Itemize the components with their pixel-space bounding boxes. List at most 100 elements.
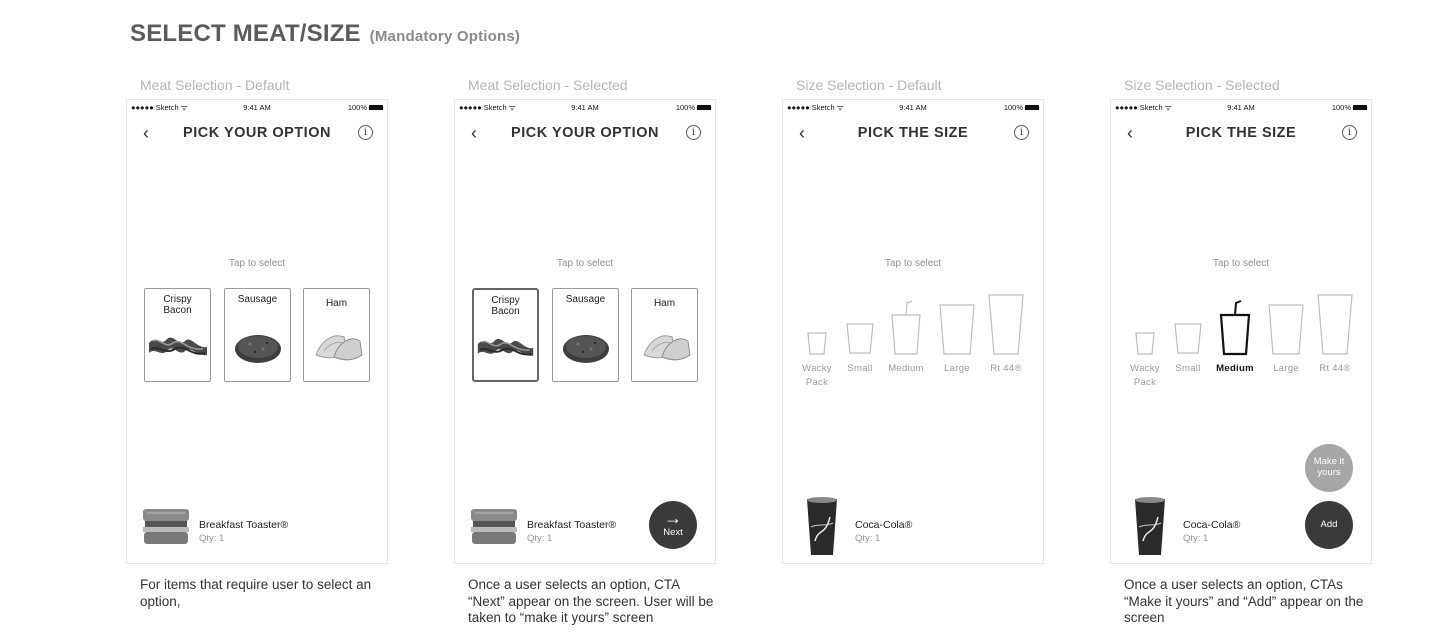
status-bar: ●●●●● Sketch ᯤ 9:41 AM 100% (783, 103, 1043, 113)
option-card-sausage[interactable]: Sausage (224, 288, 291, 382)
phone-meat-default: ●●●●● Sketch ᯤ 9:41 AM 100% ‹ PICK YOUR … (126, 99, 388, 564)
size-selector: Wacky Pack Small Medium Large Rt 44® (1111, 290, 1371, 390)
cup-medium-icon (1219, 300, 1251, 356)
note-meat-selected: Once a user selects an option, CTA “Next… (468, 577, 714, 625)
size-option-large[interactable]: Large (932, 290, 982, 390)
info-icon[interactable]: i (1342, 125, 1357, 140)
size-option-rt44[interactable]: Rt 44® (981, 290, 1031, 390)
size-option-medium[interactable]: Medium (1210, 290, 1260, 390)
nav-title: PICK THE SIZE (857, 125, 969, 141)
next-button-label: Next (663, 527, 683, 538)
note-size-selected: Once a user selects an option, CTAs “Mak… (1124, 577, 1364, 625)
column-label-meat-default: Meat Selection - Default (140, 77, 290, 93)
cart-item-qty: Qty: 1 (1183, 533, 1209, 544)
cart-item-name: Coca-Cola® (855, 519, 913, 531)
size-option-rt44[interactable]: Rt 44® (1310, 290, 1360, 390)
cart-item-bar: Coca-Cola® Qty: 1 (1125, 497, 1325, 555)
status-bar: ●●●●● Sketch ᯤ 9:41 AM 100% (127, 103, 387, 113)
make-it-yours-button[interactable]: Make it yours (1305, 444, 1353, 492)
page-subtitle: (Mandatory Options) (369, 28, 521, 45)
cup-small-icon (846, 323, 874, 354)
ham-image (315, 335, 363, 361)
cup-large-icon (939, 304, 975, 355)
info-icon[interactable]: i (686, 125, 701, 140)
size-option-medium[interactable]: Medium (881, 290, 931, 390)
column-label-meat-selected: Meat Selection - Selected (468, 77, 628, 93)
cup-rt44-icon (1317, 294, 1353, 355)
nav-bar: ‹ PICK YOUR OPTION i (127, 120, 387, 146)
breakfast-toaster-thumbnail (143, 509, 189, 544)
battery-text: 100% (1003, 103, 1023, 112)
phone-size-selected: ●●●●● Sketch ᯤ 9:41 AM 100% ‹ PICK THE S… (1110, 99, 1372, 564)
coca-cola-cup-thumbnail (807, 497, 837, 555)
cart-item-bar: Breakfast Toaster® Qty: 1 (469, 505, 669, 549)
cart-item-name: Breakfast Toaster® (527, 519, 617, 531)
size-label: Medium (1216, 363, 1254, 374)
sausage-image (563, 335, 609, 363)
phone-size-default: ●●●●● Sketch ᯤ 9:41 AM 100% ‹ PICK THE S… (782, 99, 1044, 564)
battery-icon (369, 104, 383, 110)
status-battery: 100% (348, 103, 383, 112)
cart-item-qty: Qty: 1 (199, 533, 225, 544)
column-label-size-default: Size Selection - Default (796, 77, 942, 93)
battery-icon (1025, 104, 1039, 110)
battery-text: 100% (675, 103, 695, 112)
battery-text: 100% (347, 103, 367, 112)
status-battery: 100% (1004, 103, 1039, 112)
option-card-ham[interactable]: Ham (303, 288, 370, 382)
page-title-main: SELECT MEAT/SIZE (130, 20, 361, 47)
size-label: Rt 44® (1319, 363, 1351, 374)
tap-hint: Tap to select (556, 258, 614, 269)
battery-text: 100% (1331, 103, 1351, 112)
breakfast-toaster-thumbnail (471, 509, 517, 544)
nav-bar: ‹ PICK YOUR OPTION i (455, 120, 715, 146)
status-bar: ●●●●● Sketch ᯤ 9:41 AM 100% (1111, 103, 1371, 113)
coca-cola-cup-thumbnail (1135, 497, 1165, 555)
tap-hint: Tap to select (884, 258, 942, 269)
tap-hint: Tap to select (228, 258, 286, 269)
nav-title: PICK YOUR OPTION (511, 125, 659, 141)
option-label: Ham (325, 298, 348, 309)
cup-rt44-icon (988, 294, 1024, 355)
add-button[interactable]: Add (1305, 501, 1353, 549)
option-card-sausage[interactable]: Sausage (552, 288, 619, 382)
option-label: Sausage (237, 294, 278, 305)
size-label: Rt 44® (990, 363, 1022, 374)
cart-item-name: Breakfast Toaster® (199, 519, 289, 531)
tap-hint: Tap to select (1212, 258, 1270, 269)
cup-small-icon (1174, 323, 1202, 354)
battery-icon (697, 104, 711, 110)
cart-item-bar: Coca-Cola® Qty: 1 (797, 497, 997, 555)
add-button-label: Add (1320, 519, 1338, 530)
column-label-size-selected: Size Selection - Selected (1124, 77, 1280, 93)
cup-medium-icon (891, 300, 921, 355)
option-label: Crispy Bacon (163, 294, 192, 316)
sausage-image (235, 335, 281, 363)
cart-item-qty: Qty: 1 (855, 533, 881, 544)
option-card-crispy-bacon[interactable]: Crispy Bacon (472, 288, 539, 382)
bacon-image (477, 338, 534, 356)
option-card-ham[interactable]: Ham (631, 288, 698, 382)
make-it-yours-label: Make it yours (1313, 456, 1345, 478)
option-label: Crispy Bacon (491, 295, 520, 317)
size-selector: Wacky Pack Small Medium Large Rt 44® (783, 290, 1043, 390)
info-icon[interactable]: i (358, 125, 373, 140)
page-title: SELECT MEAT/SIZE (Mandatory Options) (130, 20, 520, 48)
size-label: Medium (888, 363, 924, 374)
size-option-large[interactable]: Large (1261, 290, 1311, 390)
ham-image (643, 335, 691, 361)
note-meat-default: For items that require user to select an… (140, 577, 372, 609)
nav-bar: ‹ PICK THE SIZE i (1111, 120, 1371, 146)
cart-item-qty: Qty: 1 (527, 533, 553, 544)
option-label: Ham (653, 298, 676, 309)
info-icon[interactable]: i (1014, 125, 1029, 140)
nav-title: PICK YOUR OPTION (183, 125, 331, 141)
option-label: Sausage (565, 294, 606, 305)
cart-item-name: Coca-Cola® (1183, 519, 1241, 531)
next-button[interactable]: → Next (649, 501, 697, 549)
battery-icon (1353, 104, 1367, 110)
option-card-crispy-bacon[interactable]: Crispy Bacon (144, 288, 211, 382)
cart-item-bar: Breakfast Toaster® Qty: 1 (141, 505, 341, 549)
nav-bar: ‹ PICK THE SIZE i (783, 120, 1043, 146)
bacon-image (149, 337, 207, 356)
